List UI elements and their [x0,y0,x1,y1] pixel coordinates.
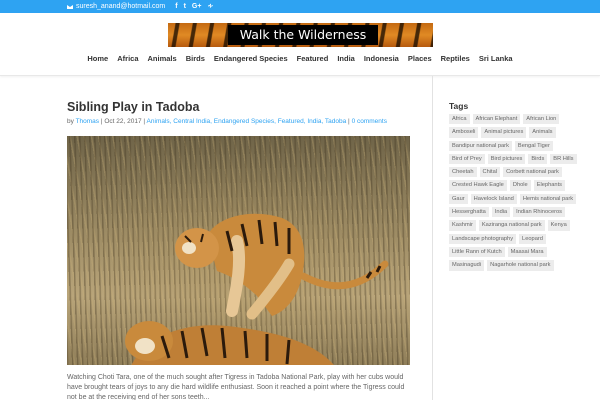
nav-india[interactable]: India [337,54,355,63]
tag-link[interactable]: Gaur [449,193,468,205]
tag-link[interactable]: Bengal Tiger [514,140,553,151]
tag-link[interactable]: Kashmir [449,220,476,231]
nav-endangered-species[interactable]: Endangered Species [214,54,288,63]
nav-sri-lanka[interactable]: Sri Lanka [479,54,513,63]
tag-link[interactable]: Bird of Prey [449,153,485,165]
rss-icon[interactable]: ∻ [207,0,213,13]
top-bar-contact: suresh_anand@hotmail.com f t G+ ∻ [67,0,213,13]
meta-date: Oct 22, 2017 [104,118,142,125]
main-nav: Home Africa Animals Birds Endangered Spe… [0,54,600,63]
tag-link[interactable]: Kaziranga national park [478,220,545,231]
tag-cloud: Africa African Elephant African Lion Amb… [449,114,584,271]
facebook-icon[interactable]: f [175,0,177,13]
tag-link[interactable]: Chital [479,167,501,178]
site-logo[interactable]: Walk the Wilderness [168,23,433,47]
sidebar: Tags Africa African Elephant African Lio… [449,76,589,400]
tag-link[interactable]: Dhole [509,180,531,191]
tag-link[interactable]: Nagarhole national park [487,260,554,271]
nav-birds[interactable]: Birds [186,54,205,63]
tag-link[interactable]: India [491,207,511,218]
tag-link[interactable]: Elephants [533,180,566,191]
tag-link[interactable]: Birds [528,153,548,165]
logo-text: Walk the Wilderness [228,25,378,45]
tag-link[interactable]: Masinagudi [449,260,485,271]
tag-link[interactable]: Kenya [547,220,570,231]
tag-link[interactable]: Hemis national park [519,193,577,205]
post-excerpt: Watching Choti Tara, one of the much sou… [67,374,405,400]
tag-link[interactable]: Animal pictures [481,127,527,138]
tag-link[interactable]: African Elephant [472,114,521,125]
tags-heading: Tags [449,101,469,111]
tag-link[interactable]: Amboseli [449,127,479,138]
post-meta: by Thomas | Oct 22, 2017 | Animals, Cent… [67,118,387,125]
tag-link[interactable]: Leopard [519,233,546,244]
meta-categories[interactable]: Animals, Central India, Endangered Speci… [147,118,347,125]
tag-link[interactable]: Indian Rhinoceros [513,207,566,218]
meta-by: by [67,118,76,125]
nav-places[interactable]: Places [408,54,432,63]
mail-icon [67,4,73,9]
tag-link[interactable]: Africa [449,114,470,125]
nav-africa[interactable]: Africa [117,54,138,63]
nav-reptiles[interactable]: Reptiles [441,54,470,63]
post-title[interactable]: Sibling Play in Tadoba [67,100,199,114]
main-content: Sibling Play in Tadoba by Thomas | Oct 2… [67,76,412,400]
tag-link[interactable]: Corbett national park [503,167,562,178]
contact-email[interactable]: suresh_anand@hotmail.com [76,3,165,10]
twitter-icon[interactable]: t [184,0,186,13]
tag-link[interactable]: BR Hills [550,153,577,165]
google-plus-icon[interactable]: G+ [192,0,202,13]
tag-link[interactable]: Bird pictures [487,153,526,165]
tag-link[interactable]: Havelock Island [470,193,517,205]
top-bar: suresh_anand@hotmail.com f t G+ ∻ [0,0,600,13]
nav-featured[interactable]: Featured [297,54,329,63]
meta-author[interactable]: Thomas [76,118,99,125]
tiger-photo-art [125,213,389,365]
site-header: Walk the Wilderness Home Africa Animals … [0,13,600,76]
tag-link[interactable]: Landscape photography [449,233,517,244]
meta-comments[interactable]: 0 comments [352,118,387,125]
nav-animals[interactable]: Animals [148,54,177,63]
nav-indonesia[interactable]: Indonesia [364,54,399,63]
tag-link[interactable]: Maasai Mara [507,246,547,258]
tag-link[interactable]: Crested Hawk Eagle [449,180,507,191]
tag-link[interactable]: Cheetah [449,167,477,178]
sidebar-divider [432,76,433,400]
tag-link[interactable]: Hesserghatta [449,207,489,218]
tag-link[interactable]: Little Rann of Kutch [449,246,505,258]
nav-home[interactable]: Home [87,54,108,63]
tag-link[interactable]: African Lion [523,114,560,125]
tag-link[interactable]: Animals [529,127,556,138]
tag-link[interactable]: Bandipur national park [449,140,512,151]
post-featured-image[interactable] [67,136,410,365]
